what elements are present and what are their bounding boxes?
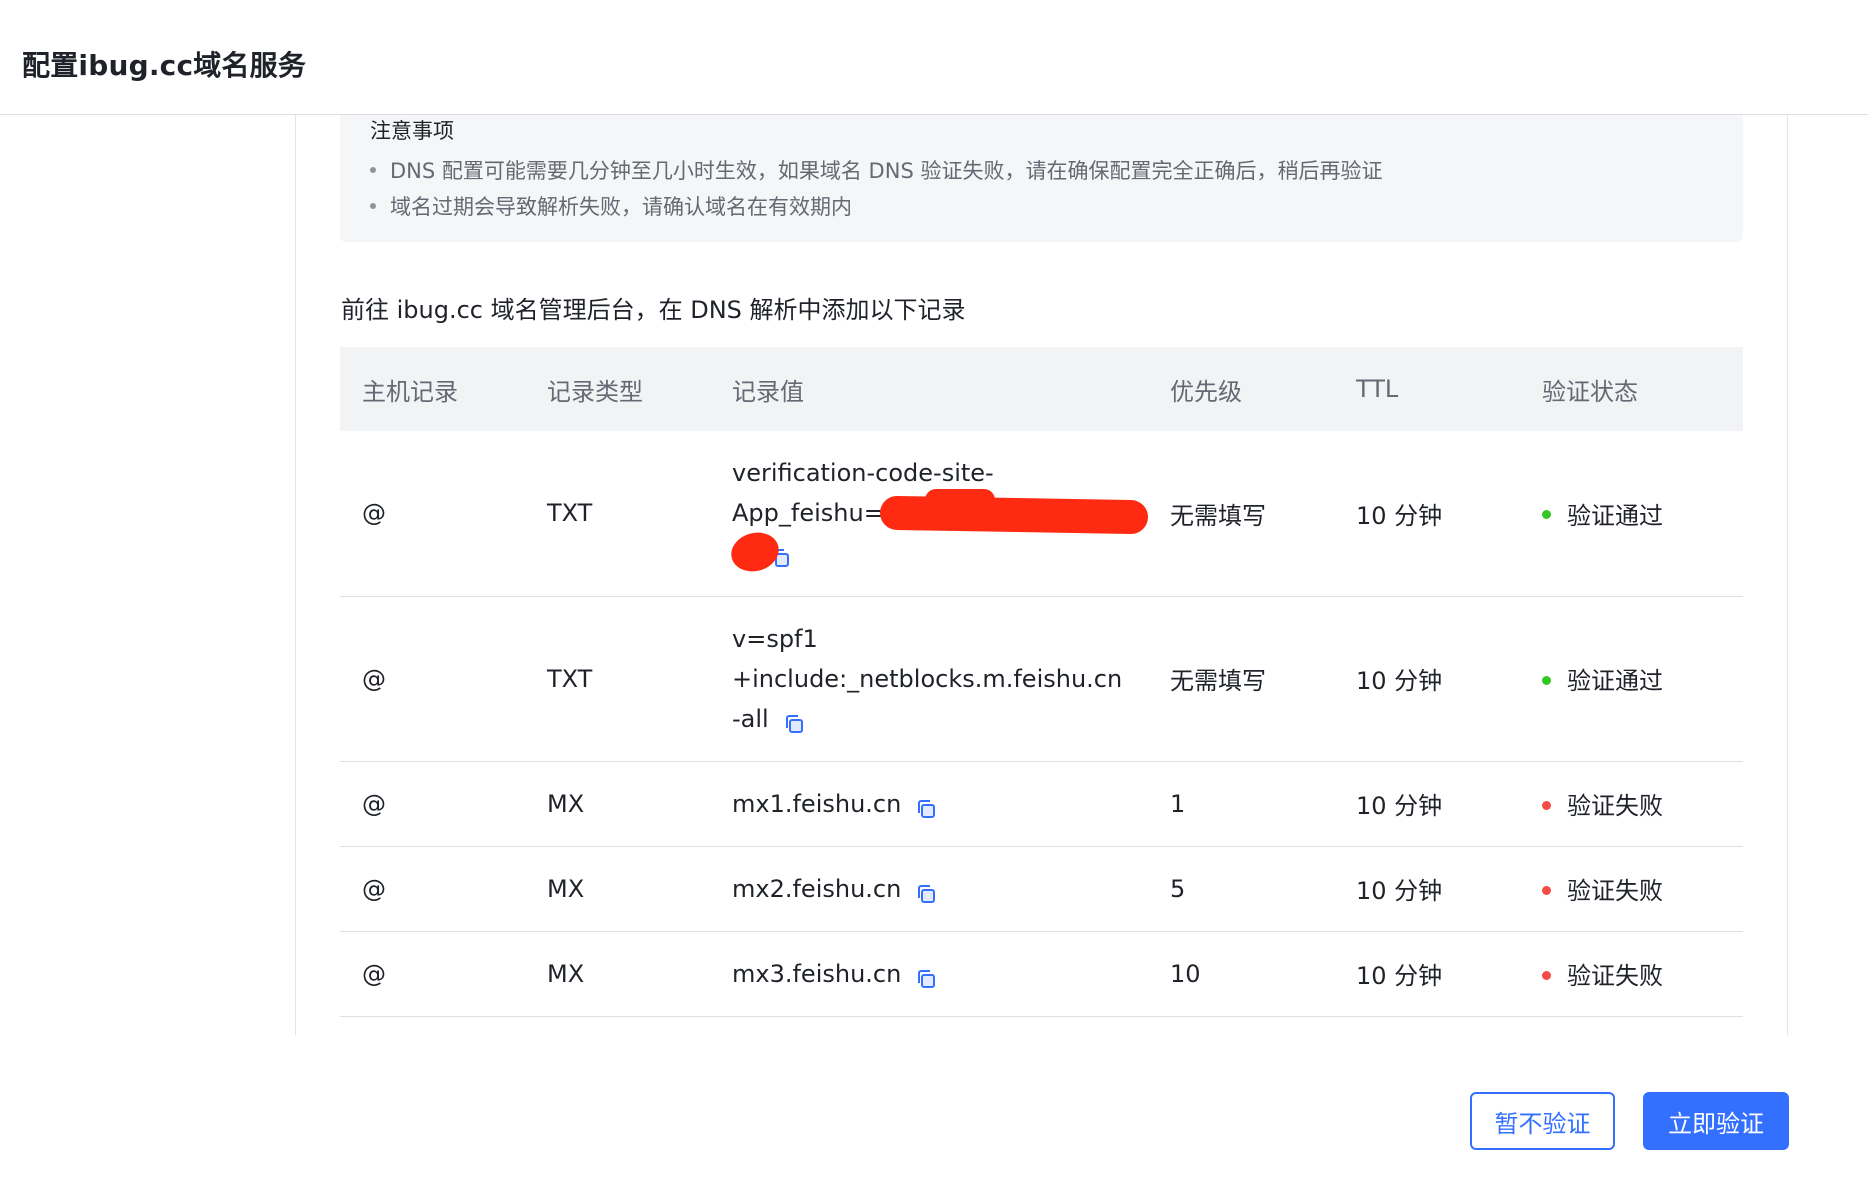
redaction-mark <box>925 489 995 511</box>
column-header-priority: 优先级 <box>1148 347 1334 431</box>
host-cell: @ <box>340 761 525 847</box>
value-line-text: mx2.feishu.cn <box>732 874 902 903</box>
notice-list: DNS 配置可能需要几分钟至几小时生效，如果域名 DNS 验证失败，请在确保配置… <box>370 153 1382 225</box>
type-cell: MX <box>525 931 710 1017</box>
status-text: 验证失败 <box>1567 877 1663 905</box>
notice-title: 注意事项 <box>370 119 454 143</box>
value-line: ... <box>732 533 1128 573</box>
ttl-cell: 10 分钟 <box>1334 931 1520 1017</box>
ttl-cell: 10 分钟 <box>1334 761 1520 847</box>
ttl-cell: 10 分钟 <box>1334 846 1520 932</box>
column-header-type: 记录类型 <box>525 347 710 431</box>
value-line-text: mx3.feishu.cn <box>732 959 902 988</box>
type-cell: MX <box>525 846 710 932</box>
column-header-value: 记录值 <box>710 347 1148 431</box>
status-failed-dot <box>1542 800 1551 810</box>
status-success-dot <box>1542 675 1551 685</box>
notice-item-text: 域名过期会导致解析失败，请确认域名在有效期内 <box>390 195 852 219</box>
notice-item: DNS 配置可能需要几分钟至几小时生效，如果域名 DNS 验证失败，请在确保配置… <box>370 153 1382 189</box>
modal-header: 配置ibug.cc域名服务 <box>0 0 1868 115</box>
ttl-cell: 10 分钟 <box>1334 596 1520 762</box>
skip-verify-button[interactable]: 暂不验证 <box>1470 1092 1615 1150</box>
value-cell: mx2.feishu.cn <box>710 846 1148 932</box>
value-line: +include:_netblocks.m.feishu.cn <box>732 664 1123 693</box>
status-text: 验证通过 <box>1567 501 1663 530</box>
priority-cell: 无需填写 <box>1148 596 1334 762</box>
copy-icon[interactable] <box>915 877 937 903</box>
value-line: mx2.feishu.cn <box>732 869 1128 909</box>
bullet-icon <box>370 203 376 209</box>
status-cell: 验证通过 <box>1520 431 1743 597</box>
table-row: @ TXT v=spf1 +include:_netblocks.m.feish… <box>340 596 1743 762</box>
status-cell: 验证通过 <box>1520 596 1743 762</box>
type-cell: MX <box>525 761 710 847</box>
verify-now-button[interactable]: 立即验证 <box>1643 1092 1789 1150</box>
column-header-host: 主机记录 <box>340 347 525 431</box>
dns-records-table: 主机记录 记录类型 记录值 优先级 TTL 验证状态 @ TXT verific… <box>340 347 1743 1017</box>
notice-box: 注意事项 DNS 配置可能需要几分钟至几小时生效，如果域名 DNS 验证失败，请… <box>340 115 1743 242</box>
status-cell: 验证失败 <box>1520 761 1743 847</box>
table-row: @ MX mx3.feishu.cn 10 10 分钟 验证失败 <box>340 931 1743 1017</box>
value-cell: mx3.feishu.cn <box>710 931 1148 1017</box>
status-text: 验证失败 <box>1567 792 1663 820</box>
host-cell: @ <box>340 596 525 762</box>
type-cell: TXT <box>525 431 710 597</box>
column-header-status: 验证状态 <box>1520 347 1743 431</box>
notice-item: 域名过期会导致解析失败，请确认域名在有效期内 <box>370 189 1382 225</box>
page-title: 配置ibug.cc域名服务 <box>22 49 307 82</box>
value-line: -all <box>732 699 1128 739</box>
redaction-mark <box>879 495 1149 535</box>
status-text: 验证通过 <box>1567 667 1663 695</box>
value-line: mx1.feishu.cn <box>732 784 1128 824</box>
value-cell: mx1.feishu.cn <box>710 761 1148 847</box>
status-cell: 验证失败 <box>1520 931 1743 1017</box>
table-row: @ MX mx1.feishu.cn 1 10 分钟 验证失败 <box>340 761 1743 847</box>
copy-icon[interactable] <box>783 707 805 733</box>
host-cell: @ <box>340 931 525 1017</box>
priority-cell: 10 <box>1148 931 1334 1017</box>
notice-item-text: DNS 配置可能需要几分钟至几小时生效，如果域名 DNS 验证失败，请在确保配置… <box>390 159 1383 183</box>
copy-icon[interactable] <box>915 962 937 988</box>
value-cell: v=spf1 +include:_netblocks.m.feishu.cn -… <box>710 596 1148 762</box>
priority-cell: 无需填写 <box>1148 431 1334 597</box>
column-header-ttl: TTL <box>1334 347 1520 431</box>
value-line: mx3.feishu.cn <box>732 954 1128 994</box>
status-failed-dot <box>1542 885 1551 895</box>
table-header-row: 主机记录 记录类型 记录值 优先级 TTL 验证状态 <box>340 347 1743 431</box>
table-row: @ MX mx2.feishu.cn 5 10 分钟 验证失败 <box>340 846 1743 932</box>
value-line-text: mx1.feishu.cn <box>732 789 902 818</box>
host-cell: @ <box>340 846 525 932</box>
copy-icon[interactable] <box>915 792 937 818</box>
status-success-dot <box>1542 510 1551 520</box>
status-text: 验证失败 <box>1567 962 1663 990</box>
priority-cell: 5 <box>1148 846 1334 932</box>
ttl-cell: 10 分钟 <box>1334 431 1520 597</box>
host-cell: @ <box>340 431 525 597</box>
status-cell: 验证失败 <box>1520 846 1743 932</box>
value-line-text: -all <box>732 704 769 733</box>
bullet-icon <box>370 167 376 173</box>
value-line: verification-code-site- <box>732 459 994 488</box>
status-failed-dot <box>1542 970 1551 980</box>
value-line: v=spf1 <box>732 624 818 653</box>
priority-cell: 1 <box>1148 761 1334 847</box>
instruction-text: 前往 ibug.cc 域名管理后台，在 DNS 解析中添加以下记录 <box>341 296 966 324</box>
type-cell: TXT <box>525 596 710 762</box>
